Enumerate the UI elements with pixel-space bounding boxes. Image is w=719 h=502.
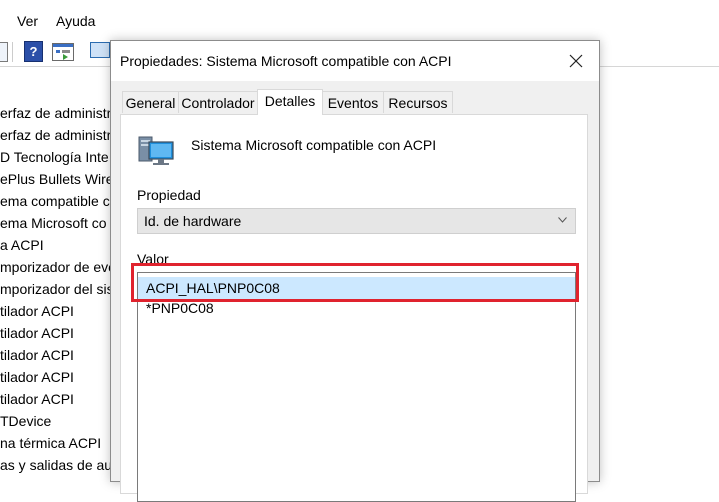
device-list-item[interactable]: ePlus Bullets Wire (0, 168, 114, 190)
device-list-item[interactable]: tilador ACPI (0, 322, 74, 344)
tab-controlador[interactable]: Controlador (178, 91, 258, 113)
tab-strip: General Controlador Detalles Eventos Rec… (111, 89, 599, 115)
menu-ayuda[interactable]: Ayuda (56, 13, 95, 29)
device-name: Sistema Microsoft compatible con ACPI (191, 137, 437, 153)
device-list-item[interactable]: ema Microsoft co (0, 212, 107, 234)
device-list-item[interactable]: erfaz de administr (0, 102, 111, 124)
device-list-item[interactable]: tilador ACPI (0, 388, 74, 410)
menu-ver[interactable]: Ver (17, 13, 38, 29)
property-select-value: Id. de hardware (144, 213, 242, 229)
device-list-item[interactable]: a ACPI (0, 234, 44, 256)
dialog-title: Propiedades: Sistema Microsoft compatibl… (120, 53, 452, 69)
close-icon (569, 54, 583, 68)
value-row[interactable]: *PNP0C08 (138, 297, 575, 319)
properties-icon[interactable] (52, 43, 74, 61)
property-label: Propiedad (137, 187, 201, 203)
computer-monitor-icon (138, 136, 174, 165)
device-list-item[interactable]: tilador ACPI (0, 366, 74, 388)
device-list-item[interactable]: tilador ACPI (0, 300, 74, 322)
device-list-item[interactable]: mporizador del sis (0, 278, 114, 300)
details-panel: Sistema Microsoft compatible con ACPI Pr… (120, 114, 588, 502)
device-list-item[interactable]: TDevice (0, 410, 51, 432)
device-list-item[interactable]: na térmica ACPI (0, 432, 101, 454)
dialog-titlebar[interactable]: Propiedades: Sistema Microsoft compatibl… (111, 41, 599, 81)
properties-dialog: Propiedades: Sistema Microsoft compatibl… (110, 40, 600, 502)
toolbar-separator (12, 42, 13, 62)
device-list-item[interactable]: as y salidas de au (0, 454, 112, 476)
value-row[interactable]: ACPI_HAL\PNP0C08 (138, 277, 575, 299)
device-list-item[interactable]: mporizador de eve (0, 256, 116, 278)
tab-eventos[interactable]: Eventos (322, 91, 384, 113)
tab-general[interactable]: General (122, 91, 179, 113)
value-label: Valor (137, 251, 169, 267)
value-list[interactable]: ACPI_HAL\PNP0C08 *PNP0C08 (137, 272, 576, 502)
device-list-item[interactable]: ema compatible c (0, 190, 110, 212)
property-select[interactable]: Id. de hardware (137, 208, 576, 234)
scan-hardware-icon[interactable] (90, 42, 110, 58)
tab-recursos[interactable]: Recursos (383, 91, 453, 113)
close-button[interactable] (553, 41, 599, 81)
chevron-down-icon (558, 217, 567, 223)
device-list-item[interactable]: D Tecnología Inte (0, 146, 109, 168)
device-list-item[interactable]: tilador ACPI (0, 344, 74, 366)
help-icon[interactable]: ? (24, 41, 43, 62)
back-icon[interactable] (0, 42, 8, 62)
menu-bar: Ver Ayuda (0, 0, 719, 40)
device-list-item[interactable]: erfaz de administr (0, 124, 111, 146)
tab-detalles[interactable]: Detalles (257, 89, 323, 115)
